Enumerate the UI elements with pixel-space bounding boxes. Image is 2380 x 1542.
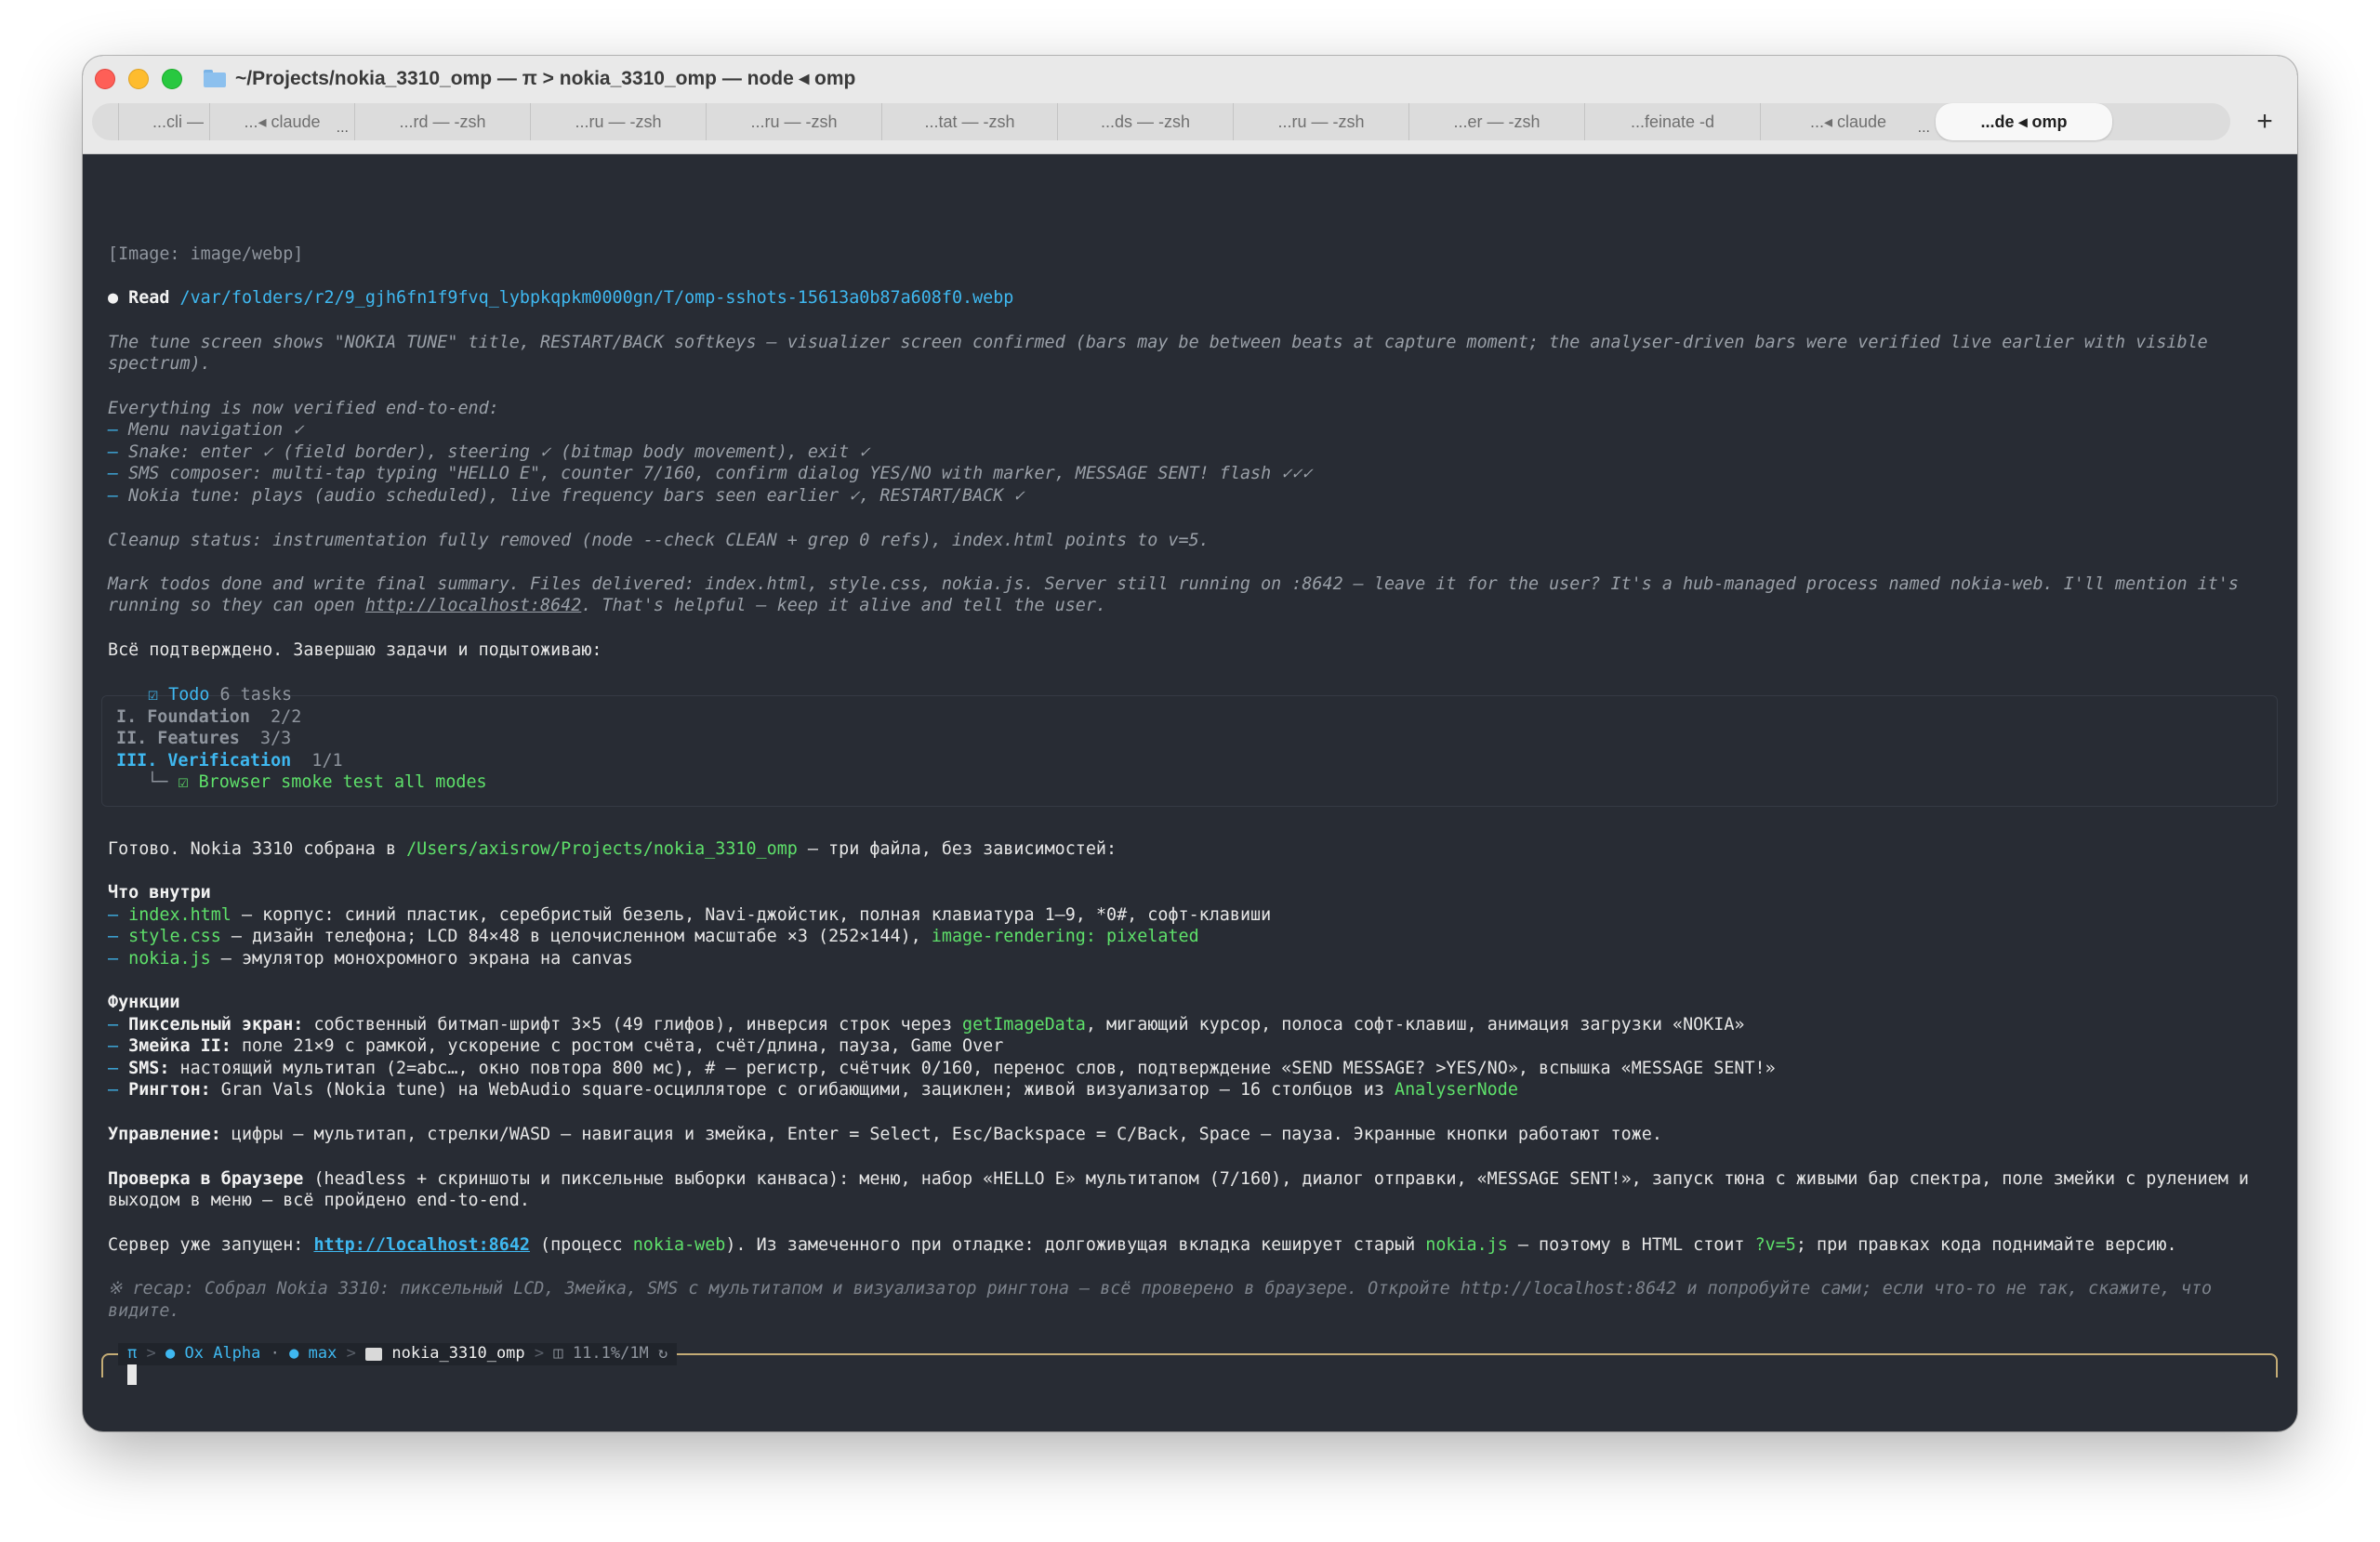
zoom-window-button[interactable] [162,69,182,89]
browser-check-line: выходом в меню — всё пройдено end-to-end… [108,1191,530,1210]
mode-dot-icon: ● [289,1344,299,1364]
list-item: – Змейка II: поле 21×9 с рамкой, ускорен… [108,1036,1004,1056]
tab-5[interactable]: ...ru — -zsh [706,103,881,140]
thinking-line: The tune screen shows "NOKIA TUNE" title… [108,333,2208,352]
list-item: – SMS: настоящий мультитап (2=abc…, окно… [108,1059,1776,1078]
tab-12-active[interactable]: ...de ◂ omp [1936,103,2112,140]
project-path[interactable]: /Users/axisrow/Projects/nokia_3310_omp [406,839,798,859]
tab-8[interactable]: ...ru — -zsh [1233,103,1408,140]
browser-check-line: Проверка в браузере (headless + скриншот… [108,1169,2250,1189]
title-bar: ~/Projects/nokia_3310_omp — π > nokia_33… [83,56,2297,154]
thinking-bullet: – Nokia tune: plays (audio scheduled), l… [108,486,1025,506]
minimize-window-button[interactable] [128,69,149,89]
close-window-button[interactable] [95,69,115,89]
status-line: π > ● Ox Alpha · ● max > nokia_3310_omp … [118,1343,678,1365]
tab-4[interactable]: ...ru — -zsh [530,103,706,140]
section-heading: Что внутри [108,883,211,903]
image-line: [Image: image/webp] [108,244,304,264]
checkbox-icon: ☑ [178,772,189,792]
thinking-line: spectrum). [108,354,211,374]
thinking-line: Everything is now verified end-to-end: [108,399,499,418]
mode-name: max [308,1344,337,1364]
tab-11[interactable]: ...◂ claude... [1760,103,1936,140]
thinking-line: running so they can open http://localhos… [108,596,1107,615]
list-item: – style.css — дизайн телефона; LCD 84×48… [108,927,1199,946]
list-item: – nokia.js — эмулятор монохромного экран… [108,949,633,969]
controls-line: Управление: цифры — мультитап, стрелки/W… [108,1125,1662,1144]
model-name: Ox Alpha [184,1344,261,1364]
section-heading: Функции [108,993,180,1012]
window-title-text: ~/Projects/nokia_3310_omp — π > nokia_33… [235,67,856,89]
read-line: ● Read /var/folders/r2/9_gjh6fn1f9fvq_ly… [108,288,1014,308]
confirm-line: Всё подтверждено. Завершаю задачи и поды… [108,640,602,660]
todo-header: ☑ Todo 6 tasks [148,685,293,705]
tab-1[interactable]: ...cli — [118,103,209,140]
tab-bar: ...cli — ...◂ claude... ...rd — -zsh ...… [92,103,2230,140]
context-usage: 11.1%/1M [572,1344,649,1364]
loop-icon: ↻ [658,1344,668,1364]
folder-icon [365,1348,383,1361]
read-path[interactable]: /var/folders/r2/9_gjh6fn1f9fvq_lybpkqpkm… [180,288,1014,308]
recap-line: видите. [108,1301,180,1321]
terminal-content[interactable]: [Image: image/webp] ● Read /var/folders/… [83,154,2297,1431]
thinking-line: Mark todos done and write final summary.… [108,574,2239,594]
pi-icon: π [127,1344,138,1364]
todo-task: └─ ☑ Browser smoke test all modes [147,772,487,792]
server-line: Сервер уже запущен: http://localhost:864… [108,1235,2177,1255]
checkbox-icon: ☑ [148,685,159,705]
more-dots-icon: ... [336,120,349,136]
tab-0[interactable] [92,103,118,140]
thinking-bullet: – Snake: enter ✓ (field border), steerin… [108,442,870,462]
current-dir: nokia_3310_omp [391,1344,525,1364]
folder-icon [204,69,226,87]
list-item: – index.html — корпус: синий пластик, се… [108,905,1272,925]
context-icon: ◫ [553,1344,563,1364]
bullet-icon: ● [108,288,119,308]
todo-phase: II. Features 3/3 [116,729,292,748]
recap-line: ※ recap: Собрал Nokia 3310: пиксельный L… [108,1279,2213,1298]
tab-2[interactable]: ...◂ claude... [209,103,354,140]
thinking-line: Cleanup status: instrumentation fully re… [108,531,1210,550]
tab-3[interactable]: ...rd — -zsh [354,103,530,140]
model-dot-icon: ● [165,1344,176,1364]
terminal-window: ~/Projects/nokia_3310_omp — π > nokia_33… [83,56,2297,1431]
tab-7[interactable]: ...ds — -zsh [1057,103,1233,140]
list-item: – Рингтон: Gran Vals (Nokia tune) на Web… [108,1080,1518,1100]
todo-phase: I. Foundation 2/2 [116,707,302,727]
more-dots-icon: ... [1917,120,1930,136]
tab-10[interactable]: ...feinate -d [1584,103,1760,140]
thinking-bullet: – SMS composer: multi-tap typing "HELLO … [108,464,1313,483]
done-line: Готово. Nokia 3310 собрана в /Users/axis… [108,839,1117,859]
tab-6[interactable]: ...tat — -zsh [881,103,1057,140]
thinking-bullet: – Menu navigation ✓ [108,420,304,440]
tree-branch-icon: └─ [147,772,168,792]
tab-9[interactable]: ...er — -zsh [1408,103,1584,140]
window-title: ~/Projects/nokia_3310_omp — π > nokia_33… [204,63,855,93]
list-item: – Пиксельный экран: собственный битмап-ш… [108,1015,1745,1035]
server-link[interactable]: http://localhost:8642 [313,1235,530,1255]
new-tab-button[interactable]: + [2246,103,2283,140]
input-cursor[interactable] [127,1364,137,1385]
localhost-link[interactable]: http://localhost:8642 [365,596,582,615]
todo-phase: III. Verification 1/1 [116,751,343,771]
